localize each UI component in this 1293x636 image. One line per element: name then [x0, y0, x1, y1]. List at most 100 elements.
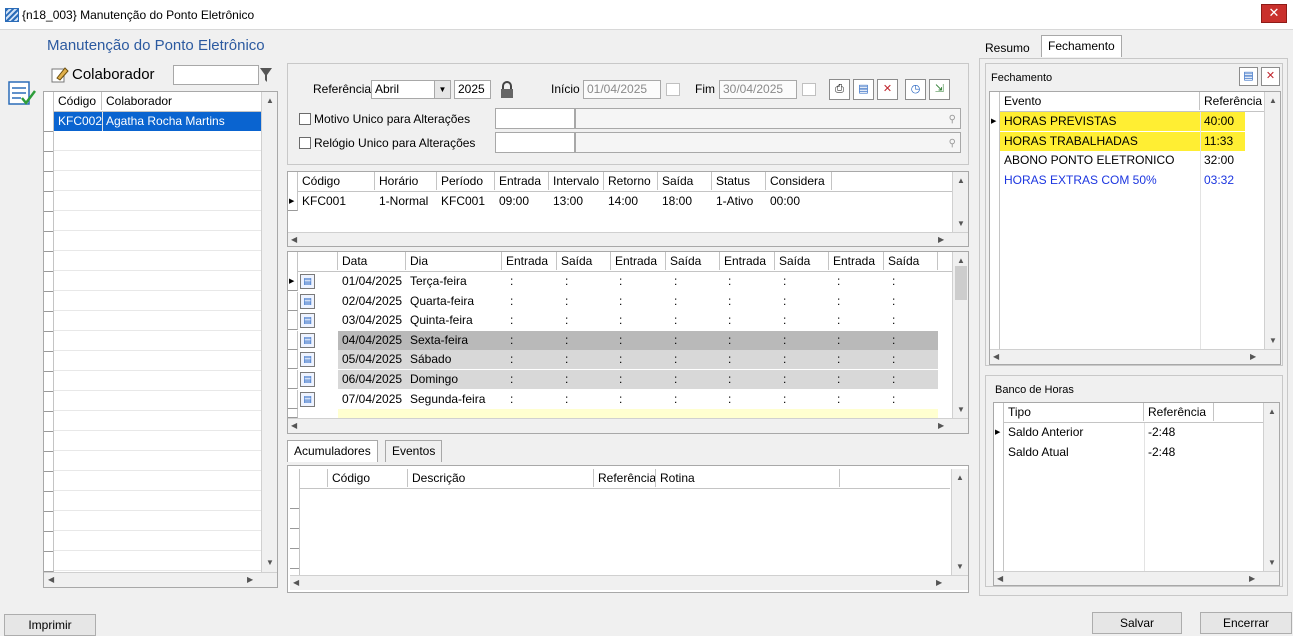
- time-cell[interactable]: :: [615, 390, 655, 409]
- checklist-icon[interactable]: [7, 78, 37, 108]
- acumuladores-hscroll[interactable]: ◀ ▶: [290, 575, 968, 590]
- time-cell[interactable]: :: [615, 311, 655, 330]
- edit-day-icon[interactable]: ▤: [300, 332, 315, 348]
- tab-resumo[interactable]: Resumo: [979, 38, 1036, 60]
- calendar-icon[interactable]: [666, 83, 680, 96]
- time-cell[interactable]: :: [779, 311, 819, 330]
- imprimir-button[interactable]: Imprimir: [4, 614, 96, 636]
- table-row[interactable]: ▤ 05/04/2025 Sábado::::::::: [288, 350, 948, 370]
- col-entrada-2[interactable]: Entrada: [611, 252, 666, 270]
- time-cell[interactable]: :: [670, 370, 710, 389]
- table-row[interactable]: KFC002 Agatha Rocha Martins: [54, 112, 262, 131]
- search-icon[interactable]: ⚲: [949, 135, 956, 152]
- col-retorno[interactable]: Retorno: [604, 172, 658, 190]
- col-saida[interactable]: Saída: [658, 172, 712, 190]
- tab-acumuladores[interactable]: Acumuladores: [287, 440, 378, 462]
- motivo-code-input[interactable]: [495, 108, 575, 129]
- time-cell[interactable]: :: [724, 370, 764, 389]
- table-row[interactable]: HORAS TRABALHADAS 11:33: [1000, 131, 1245, 151]
- table-row[interactable]: Saldo Anterior -2:48: [1004, 423, 1264, 442]
- time-cell[interactable]: :: [888, 331, 928, 350]
- time-cell[interactable]: :: [888, 350, 928, 369]
- table-row[interactable]: ▤ 02/04/2025 Quarta-feira::::::::: [288, 291, 948, 311]
- time-cell[interactable]: :: [561, 390, 601, 409]
- time-cell[interactable]: :: [670, 331, 710, 350]
- lock-icon[interactable]: [499, 81, 515, 99]
- time-cell[interactable]: :: [888, 272, 928, 291]
- time-cell[interactable]: :: [724, 292, 764, 311]
- table-row[interactable]: ▤ 04/04/2025 Sexta-feira::::::::: [288, 330, 948, 350]
- col-rotina[interactable]: Rotina: [656, 469, 840, 487]
- time-cell[interactable]: :: [779, 390, 819, 409]
- delete-record-icon[interactable]: ✕: [1261, 67, 1280, 86]
- time-cell[interactable]: :: [506, 370, 546, 389]
- month-select[interactable]: Abril ▼: [371, 80, 451, 99]
- col-saida-3[interactable]: Saída: [775, 252, 829, 270]
- time-cell[interactable]: :: [888, 292, 928, 311]
- table-row[interactable]: ABONO PONTO ELETRONICO 32:00: [1000, 151, 1245, 170]
- time-cell[interactable]: :: [615, 331, 655, 350]
- col-intervalo[interactable]: Intervalo: [549, 172, 604, 190]
- relogio-checkbox[interactable]: [299, 137, 311, 149]
- time-cell[interactable]: :: [888, 311, 928, 330]
- table-row[interactable]: ▶ ▤ 01/04/2025 Terça-feira::::::::: [288, 272, 948, 291]
- clock-icon[interactable]: ◷: [905, 79, 926, 100]
- edit-day-icon[interactable]: ▤: [300, 391, 315, 407]
- table-row[interactable]: Saldo Atual -2:48: [1004, 443, 1264, 462]
- print-icon[interactable]: ⎙: [829, 79, 850, 100]
- close-button[interactable]: ✕: [1261, 4, 1287, 23]
- table-row[interactable]: ▶ KFC001 1-Normal KFC001 09:00 13:00 14:…: [288, 192, 953, 232]
- scroll-thumb[interactable]: [955, 266, 967, 300]
- export-icon[interactable]: ⇲: [929, 79, 950, 100]
- time-cell[interactable]: :: [833, 311, 873, 330]
- col-referencia[interactable]: Referência: [1200, 92, 1265, 110]
- acumuladores-vscroll[interactable]: ▲ ▼: [951, 469, 968, 575]
- delete-record-icon[interactable]: ✕: [877, 79, 898, 100]
- table-row[interactable]: HORAS PREVISTAS 40:00: [1000, 112, 1245, 131]
- time-cell[interactable]: :: [561, 331, 601, 350]
- search-icon[interactable]: ⚲: [949, 111, 956, 128]
- col-tipo[interactable]: Tipo: [1004, 403, 1144, 421]
- time-cell[interactable]: :: [670, 292, 710, 311]
- col-data[interactable]: Data: [338, 252, 406, 270]
- filter-icon[interactable]: [259, 67, 273, 83]
- col-referencia[interactable]: Referência: [1144, 403, 1214, 421]
- edit-day-icon[interactable]: ▤: [300, 293, 315, 309]
- inicio-date-field[interactable]: 01/04/2025: [583, 80, 661, 99]
- time-cell[interactable]: :: [615, 350, 655, 369]
- year-input[interactable]: 2025: [454, 80, 491, 99]
- col-evento[interactable]: Evento: [1000, 92, 1200, 110]
- time-cell[interactable]: :: [724, 350, 764, 369]
- time-cell[interactable]: :: [670, 311, 710, 330]
- relogio-lookup-input[interactable]: ⚲: [575, 132, 961, 153]
- time-cell[interactable]: :: [888, 370, 928, 389]
- edit-record-icon[interactable]: ▤: [1239, 67, 1258, 86]
- col-entrada-1[interactable]: Entrada: [502, 252, 557, 270]
- time-cell[interactable]: :: [561, 350, 601, 369]
- time-cell[interactable]: :: [724, 390, 764, 409]
- tab-fechamento[interactable]: Fechamento: [1041, 35, 1122, 57]
- col-referencia[interactable]: Referência: [594, 469, 656, 487]
- time-cell[interactable]: :: [670, 272, 710, 291]
- col-dia[interactable]: Dia: [406, 252, 502, 270]
- time-cell[interactable]: :: [506, 350, 546, 369]
- motivo-lookup-input[interactable]: ⚲: [575, 108, 961, 129]
- table-row[interactable]: ▤ 03/04/2025 Quinta-feira::::::::: [288, 311, 948, 331]
- col-entrada[interactable]: Entrada: [495, 172, 549, 190]
- time-cell[interactable]: :: [779, 350, 819, 369]
- col-periodo[interactable]: Período: [437, 172, 495, 190]
- collaborator-vscroll[interactable]: ▲ ▼: [261, 92, 277, 572]
- time-cell[interactable]: :: [615, 272, 655, 291]
- time-cell[interactable]: :: [670, 350, 710, 369]
- time-cell[interactable]: :: [506, 311, 546, 330]
- time-cell[interactable]: :: [833, 350, 873, 369]
- edit-day-icon[interactable]: ▤: [300, 352, 315, 368]
- time-cell[interactable]: :: [724, 331, 764, 350]
- time-cell[interactable]: :: [833, 390, 873, 409]
- table-row[interactable]: ▤ 07/04/2025 Segunda-feira::::::::: [288, 389, 948, 409]
- time-cell[interactable]: :: [724, 311, 764, 330]
- fechamento-vscroll[interactable]: ▲ ▼: [1264, 92, 1280, 349]
- time-cell[interactable]: :: [888, 390, 928, 409]
- time-cell[interactable]: :: [833, 370, 873, 389]
- col-saida-2[interactable]: Saída: [666, 252, 720, 270]
